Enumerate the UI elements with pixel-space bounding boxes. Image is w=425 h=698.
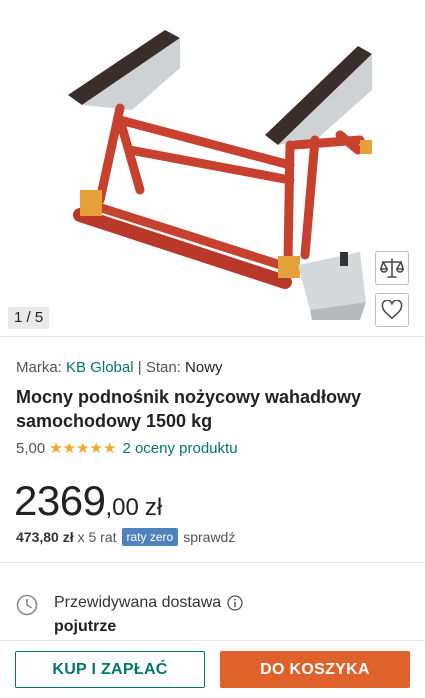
price-decimal: ,00 bbox=[105, 494, 139, 521]
price-currency: zł bbox=[144, 494, 163, 521]
price-integer: 2369 bbox=[14, 477, 106, 524]
product-title: Mocny podnośnik nożycowy wahadłowy samoc… bbox=[16, 387, 362, 431]
condition-label: Stan: bbox=[145, 359, 181, 376]
brand-label: Marka: bbox=[16, 359, 62, 376]
delivery-label: Przewidywana dostawa bbox=[54, 594, 222, 611]
info-icon[interactable] bbox=[227, 595, 243, 611]
favorite-button[interactable] bbox=[375, 293, 409, 327]
star-rating-icon: ★★★★★ bbox=[49, 440, 117, 457]
compare-scales-icon bbox=[380, 258, 404, 278]
product-gallery[interactable]: 1 / 5 bbox=[0, 0, 425, 337]
rating[interactable]: 5,00 ★★★★★ 2 oceny produktu bbox=[16, 439, 411, 459]
reviews-link[interactable]: 2 oceny produktu bbox=[122, 439, 237, 459]
installment-amount: 473,80 zł bbox=[16, 529, 74, 545]
brand-condition-line: Marka: KB Global | Stan: Nowy bbox=[16, 357, 411, 379]
delivery-label-row: Przewidywana dostawa bbox=[54, 592, 243, 614]
delivery-text: Przewidywana dostawa pojutrze bbox=[54, 592, 243, 638]
installment-count: x 5 rat bbox=[77, 529, 117, 545]
separator: | bbox=[137, 359, 142, 376]
heart-icon bbox=[381, 300, 403, 319]
image-counter: 1 / 5 bbox=[8, 307, 50, 329]
condition-value: Nowy bbox=[185, 359, 223, 376]
price: 2369 ,00 zł bbox=[14, 476, 162, 526]
compare-button[interactable] bbox=[375, 251, 409, 285]
buy-now-button[interactable]: KUP I ZAPŁAĆ bbox=[15, 651, 205, 688]
action-bar: KUP I ZAPŁAĆ DO KOSZYKA bbox=[0, 640, 425, 698]
product-info: Marka: KB Global | Stan: Nowy Mocny podn… bbox=[16, 357, 411, 459]
installments[interactable]: 473,80 zł x 5 rat raty zero sprawdź bbox=[16, 528, 235, 546]
clock-icon bbox=[16, 594, 38, 616]
rating-value: 5,00 bbox=[16, 440, 46, 457]
product-image[interactable] bbox=[60, 20, 390, 325]
brand-link[interactable]: KB Global bbox=[66, 359, 134, 376]
add-to-cart-button[interactable]: DO KOSZYKA bbox=[220, 651, 410, 688]
delivery-value: pojutrze bbox=[54, 618, 117, 635]
raty-zero-badge: raty zero bbox=[121, 528, 179, 546]
check-installments-link[interactable]: sprawdź bbox=[183, 529, 235, 545]
divider bbox=[0, 562, 425, 563]
